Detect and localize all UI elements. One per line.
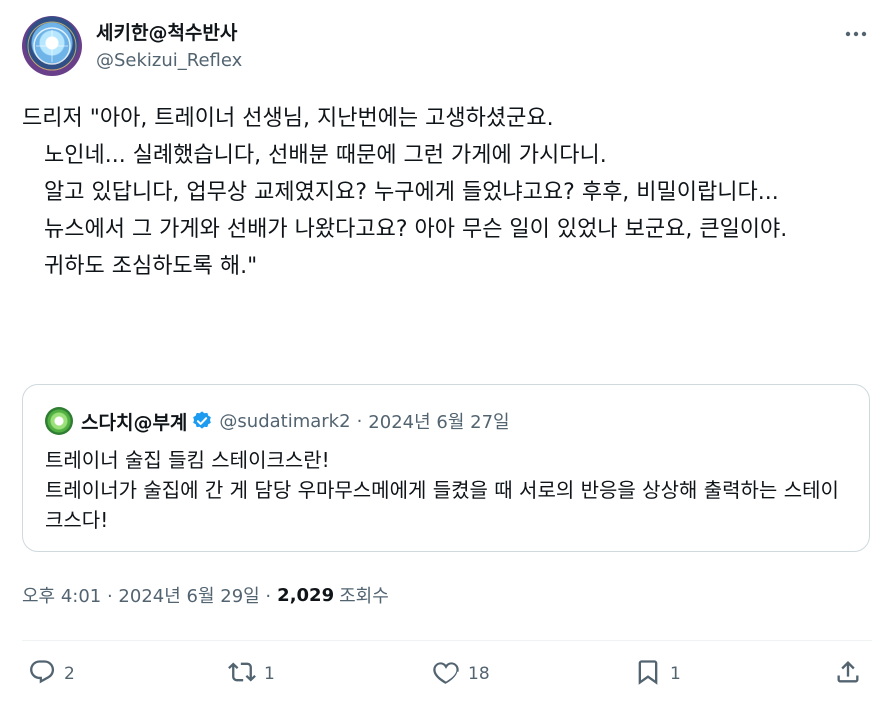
bookmark-count: 1 [670,664,681,684]
author-display-name[interactable]: 세키한@척수반사 [96,20,242,46]
quoted-separator: · [356,410,363,432]
more-icon[interactable] [844,22,868,46]
heart-icon [432,658,460,691]
quoted-tweet[interactable]: 스다치@부계 @sudatimark2 · 2024년 6월 27일 트레이너 … [22,384,870,552]
reply-icon [28,658,56,691]
quoted-avatar [45,407,73,435]
action-bar: 2 1 18 1 [22,654,872,694]
reply-button[interactable]: 2 [28,654,75,694]
retweet-icon [228,658,256,691]
tweet: 세키한@척수반사 @Sekizui_Reflex 드리저 "아아, 트레이너 선… [22,14,872,685]
quoted-date[interactable]: 2024년 6월 27일 [368,408,509,434]
like-button[interactable]: 18 [432,654,490,694]
bookmark-button[interactable]: 1 [634,654,681,694]
tweet-time-date[interactable]: 오후 4:01 · 2024년 6월 29일 · [22,582,271,608]
views-count: 2,029 [277,584,335,606]
share-icon [834,658,862,691]
quoted-tweet-header: 스다치@부계 @sudatimark2 · 2024년 6월 27일 [45,405,510,437]
tweet-text: 드리저 "아아, 트레이너 선생님, 지난번에는 고생하셨군요. 노인네... … [22,106,788,279]
share-button[interactable] [834,654,862,694]
tweet-header: 세키한@척수반사 @Sekizui_Reflex [22,14,872,84]
reply-count: 2 [64,664,75,684]
author-handle[interactable]: @Sekizui_Reflex [96,48,242,74]
author-names: 세키한@척수반사 @Sekizui_Reflex [96,20,242,74]
views-label: 조회수 [339,586,389,607]
tweet-meta: 오후 4:01 · 2024년 6월 29일 · 2,029 조회수 [22,582,389,608]
quoted-display-name: 스다치@부계 [81,411,188,434]
bookmark-icon [634,658,662,691]
divider [22,640,872,641]
retweet-button[interactable]: 1 [228,654,275,694]
quoted-handle: @sudatimark2 [219,410,351,432]
retweet-count: 1 [264,664,275,684]
like-count: 18 [468,664,490,684]
avatar[interactable] [22,16,82,76]
quoted-tweet-text: 트레이너 술집 들킴 스테이크스란! 트레이너가 술집에 간 게 담당 우마무스… [45,448,839,532]
verified-badge-icon [191,410,213,432]
